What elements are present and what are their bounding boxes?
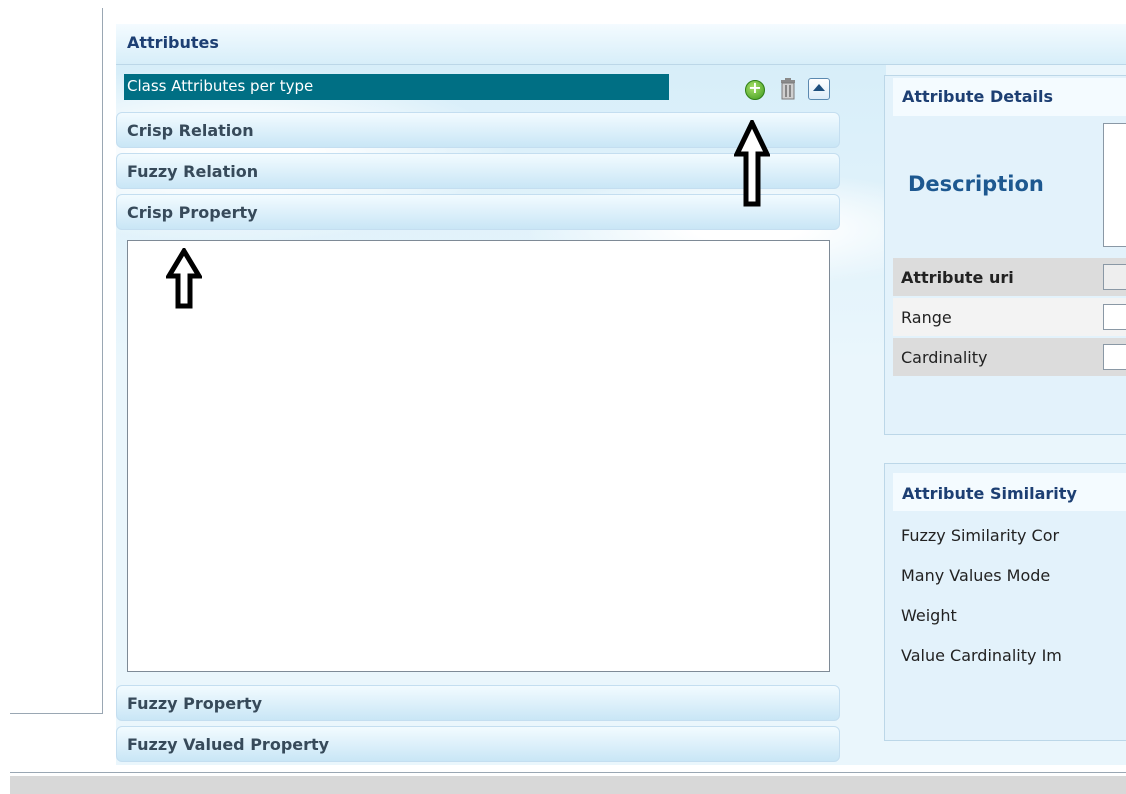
up-arrow-icon [164, 246, 204, 310]
description-label: Description [908, 172, 1044, 196]
left-divider [102, 8, 103, 714]
attribute-similarity-title: Attribute Similarity [902, 484, 1077, 503]
accordion-label: Fuzzy Property [127, 694, 263, 713]
similarity-row: Fuzzy Similarity Cor [893, 516, 1126, 556]
weight-label: Weight [901, 606, 957, 625]
attribute-uri-label: Attribute uri [901, 268, 1014, 287]
description-field[interactable] [1103, 123, 1126, 247]
attributes-panel-title: Attributes [127, 33, 219, 52]
accordion-label: Crisp Property [127, 203, 258, 222]
accordion-fuzzy-valued-property[interactable]: Fuzzy Valued Property [116, 726, 840, 762]
similarity-row: Value Cardinality Im [893, 636, 1126, 676]
accordion-label: Fuzzy Relation [127, 162, 259, 181]
accordion-crisp-property[interactable]: Crisp Property [116, 194, 840, 230]
attribute-uri-field[interactable] [1103, 264, 1126, 290]
add-icon[interactable] [745, 78, 765, 100]
cardinality-row: Cardinality [893, 338, 1126, 376]
accordion-fuzzy-relation[interactable]: Fuzzy Relation [116, 153, 840, 189]
up-arrow-icon [733, 117, 771, 208]
crisp-property-list[interactable] [127, 240, 830, 672]
accordion-label: Fuzzy Valued Property [127, 735, 330, 754]
attribute-details-panel [884, 75, 1126, 435]
many-values-mode-label: Many Values Mode [901, 566, 1051, 585]
footer-divider [10, 772, 1126, 773]
left-underline [10, 713, 103, 714]
similarity-row: Many Values Mode [893, 556, 1126, 596]
value-cardinality-label: Value Cardinality Im [901, 646, 1062, 665]
footer-bar [10, 776, 1126, 794]
collapse-up-icon[interactable] [808, 78, 830, 100]
accordion-crisp-relation[interactable]: Crisp Relation [116, 112, 840, 148]
attributes-panel-header [116, 24, 1126, 65]
range-field[interactable] [1103, 304, 1126, 330]
range-label: Range [901, 308, 952, 327]
trash-icon[interactable] [778, 78, 798, 100]
range-row: Range [893, 298, 1126, 336]
class-attributes-label: Class Attributes per type [127, 77, 314, 95]
attribute-uri-row: Attribute uri [893, 258, 1126, 296]
attribute-details-title: Attribute Details [902, 87, 1054, 106]
fuzzy-similarity-label: Fuzzy Similarity Cor [901, 526, 1060, 545]
similarity-row: Weight [893, 596, 1126, 636]
cardinality-field[interactable] [1103, 344, 1126, 370]
cardinality-label: Cardinality [901, 348, 988, 367]
accordion-fuzzy-property[interactable]: Fuzzy Property [116, 685, 840, 721]
accordion-label: Crisp Relation [127, 121, 254, 140]
